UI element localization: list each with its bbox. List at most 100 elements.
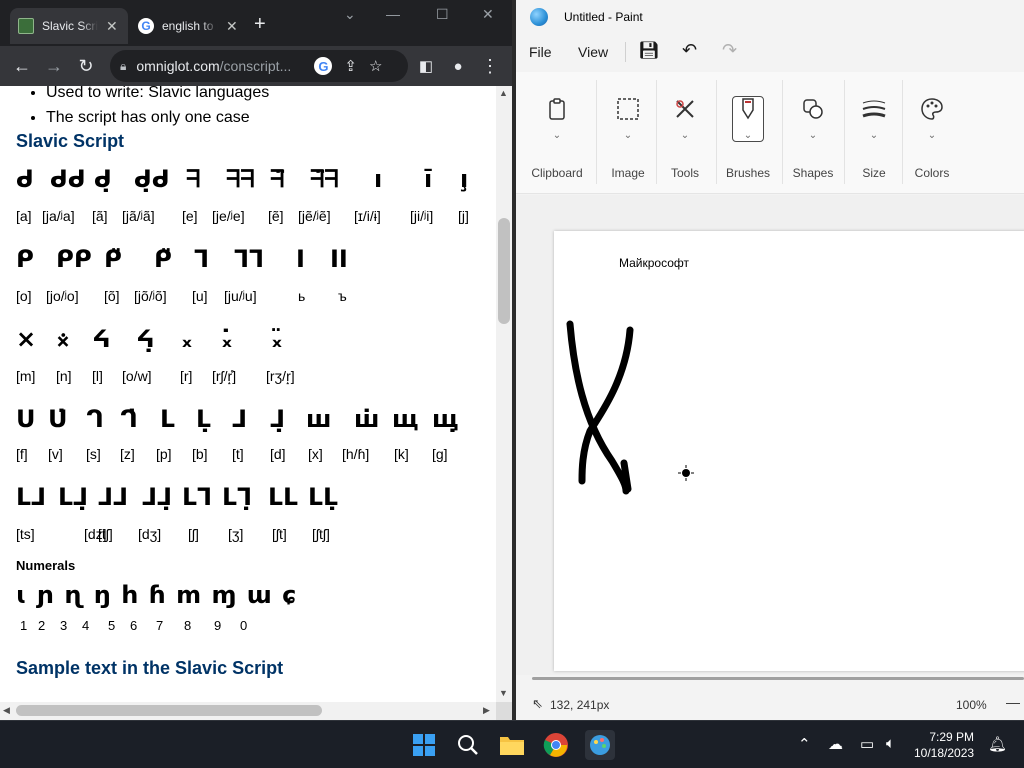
sound-label: [p] bbox=[156, 446, 172, 462]
chrome-icon[interactable] bbox=[541, 730, 571, 760]
numeral: 4 bbox=[82, 618, 90, 633]
menu-view[interactable]: View bbox=[578, 44, 608, 60]
sound-label: [jõ/ʲõ] bbox=[134, 288, 167, 304]
divider bbox=[782, 80, 783, 184]
chevron-up-icon[interactable]: ⌃ bbox=[798, 735, 811, 753]
glyph: ᒧᒧ bbox=[98, 483, 129, 511]
scroll-left-icon[interactable]: ◀ bbox=[3, 705, 10, 716]
bullet-list: Used to write: Slavic languages The scri… bbox=[46, 86, 269, 130]
chevron-down-icon[interactable]: ⌄ bbox=[344, 6, 356, 23]
notification-bell-icon[interactable]: 🔔︎ bbox=[988, 735, 1007, 753]
group-size[interactable]: ⌄ Size bbox=[846, 72, 902, 194]
sound-label: [a] bbox=[16, 208, 32, 224]
glyph: ᙮̇ bbox=[222, 325, 232, 353]
volume-icon[interactable]: 🔈︎ bbox=[886, 735, 895, 752]
reload-icon[interactable]: ↻ bbox=[70, 50, 102, 82]
glyph: ᒪ̣ bbox=[196, 405, 212, 433]
cursor-position: 132, 241px bbox=[550, 698, 610, 712]
scroll-right-icon[interactable]: ▶ bbox=[483, 705, 490, 716]
address-bar[interactable]: 🔒︎ omniglot.com/conscript... G ⇪ ☆ bbox=[110, 50, 408, 82]
group-label: Size bbox=[862, 166, 886, 180]
search-icon[interactable] bbox=[453, 730, 483, 760]
sound-label: [b] bbox=[192, 446, 208, 462]
group-label: Shapes bbox=[792, 166, 834, 180]
scroll-thumb[interactable] bbox=[16, 705, 322, 716]
numeral: 1 bbox=[20, 618, 28, 633]
lock-icon: 🔒︎ bbox=[120, 58, 127, 73]
url-domain: omniglot.com bbox=[136, 58, 220, 74]
shapes-icon bbox=[803, 99, 823, 119]
tools-icon bbox=[676, 100, 694, 118]
sound-label: ь bbox=[298, 288, 306, 304]
tab-english-to-russian[interactable]: G english to russian ✕ bbox=[130, 8, 248, 44]
sidepanel-icon[interactable]: ◧ bbox=[410, 50, 442, 82]
sound-label: [ɪ/i/ɨ] bbox=[354, 208, 381, 224]
sound-label: [tʃ] bbox=[98, 526, 113, 542]
pointer-icon: ⇖ bbox=[532, 696, 543, 711]
numeral: 2 bbox=[38, 618, 46, 633]
group-colors[interactable]: ⌄ Colors bbox=[904, 72, 960, 194]
tab-label: Slavic Script bbox=[42, 19, 98, 33]
menu-icon[interactable]: ⋮ bbox=[474, 50, 506, 82]
glyph: ᑯ̣ᑯ bbox=[134, 165, 170, 193]
sound-label: [s] bbox=[86, 446, 101, 462]
glyph: ᖷ̈ᖷ bbox=[310, 165, 339, 193]
paint-taskbar-icon[interactable] bbox=[585, 730, 615, 760]
profile-icon[interactable]: ● bbox=[442, 50, 474, 82]
group-image[interactable]: ⌄ Image bbox=[600, 72, 656, 194]
close-button[interactable]: ✕ bbox=[482, 6, 494, 23]
glyph: ᒪᒧ̣ bbox=[58, 483, 89, 511]
cloud-icon[interactable]: ☁︎ bbox=[828, 735, 843, 753]
minimize-button[interactable]: — bbox=[386, 6, 400, 22]
sound-label: [k] bbox=[394, 446, 409, 462]
maximize-button[interactable]: ☐ bbox=[436, 6, 449, 23]
menu-file[interactable]: File bbox=[529, 44, 552, 60]
share-icon[interactable]: ⇪ bbox=[344, 57, 357, 75]
sound-label: [f] bbox=[16, 446, 28, 462]
star-icon[interactable]: ☆ bbox=[369, 57, 382, 75]
forward-icon[interactable]: → bbox=[38, 50, 70, 82]
scroll-thumb[interactable] bbox=[498, 218, 510, 324]
google-icon[interactable]: G bbox=[314, 57, 333, 75]
paint-menubar: File View 💾︎ ↶ ↷ bbox=[516, 34, 1024, 70]
tab-close-icon[interactable]: ✕ bbox=[106, 18, 118, 35]
file-explorer-icon[interactable] bbox=[497, 730, 527, 760]
tab-slavic-script[interactable]: Slavic Script ✕ bbox=[10, 8, 128, 44]
clock[interactable]: 7:29 PM 10/18/2023 bbox=[914, 729, 974, 761]
back-icon[interactable]: ← bbox=[6, 50, 38, 82]
tab-label: english to russian bbox=[162, 19, 218, 33]
tab-close-icon[interactable]: ✕ bbox=[226, 18, 238, 35]
numeral: 5 bbox=[108, 618, 116, 633]
sound-label: [ja/ʲa] bbox=[42, 208, 75, 224]
group-clipboard[interactable]: ⌄ Clipboard bbox=[526, 72, 588, 194]
chevron-down-icon: ⌄ bbox=[623, 130, 633, 141]
divider bbox=[844, 80, 845, 184]
sound-label: [g] bbox=[432, 446, 448, 462]
divider bbox=[902, 80, 903, 184]
redo-icon[interactable]: ↷ bbox=[722, 40, 737, 61]
save-icon[interactable]: 💾︎ bbox=[638, 41, 660, 61]
sound-label: [ji/ʲi] bbox=[410, 208, 434, 224]
chevron-down-icon: ⌄ bbox=[743, 130, 753, 141]
group-shapes[interactable]: ⌄ Shapes bbox=[786, 72, 840, 194]
zoom-out-button[interactable]: — bbox=[1006, 694, 1020, 710]
sound-label: [je/ʲe] bbox=[212, 208, 245, 224]
glyph: ᒧ bbox=[232, 405, 248, 433]
horizontal-scrollbar[interactable]: ◀ ▶ bbox=[0, 702, 496, 720]
undo-icon[interactable]: ↶ bbox=[682, 40, 697, 61]
display-icon[interactable]: ▭ bbox=[860, 735, 874, 753]
group-brushes[interactable]: ⌄ Brushes bbox=[720, 72, 776, 194]
divider bbox=[656, 80, 657, 184]
scroll-down-icon[interactable]: ▼ bbox=[499, 688, 508, 698]
vertical-scrollbar[interactable]: ▲ ▼ bbox=[496, 86, 512, 702]
start-icon[interactable] bbox=[409, 730, 439, 760]
scroll-up-icon[interactable]: ▲ bbox=[499, 88, 508, 98]
glyph: ᑯ̣ bbox=[94, 165, 112, 193]
zoom-level[interactable]: 100% bbox=[956, 698, 987, 712]
new-tab-button[interactable]: + bbox=[254, 14, 266, 34]
drawing-canvas[interactable]: Майкрософт bbox=[554, 231, 1024, 671]
canvas-scrollbar[interactable] bbox=[532, 677, 1024, 680]
group-tools[interactable]: ⌄ Tools bbox=[658, 72, 712, 194]
google-favicon-icon: G bbox=[138, 18, 154, 34]
glyph: ᒪᒧ bbox=[16, 483, 47, 511]
